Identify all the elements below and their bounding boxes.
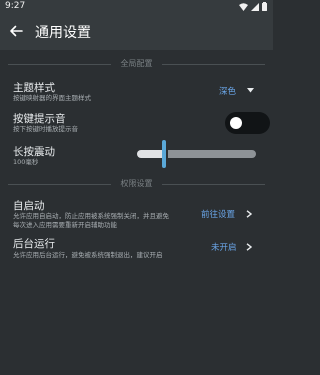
divider: [162, 184, 265, 185]
section-header-global: 全局配置: [0, 58, 273, 70]
vibration-slider-thumb[interactable]: [162, 140, 166, 168]
toggle-knob: [230, 117, 242, 129]
chevron-right-icon[interactable]: [246, 210, 252, 218]
divider: [162, 64, 265, 65]
theme-subtitle: 按键映射器的界面主题样式: [13, 94, 91, 102]
chevron-right-icon[interactable]: [246, 243, 252, 251]
status-time: 9:27: [5, 1, 26, 11]
status-bar: 9:27: [0, 0, 273, 14]
dropdown-arrow-icon[interactable]: [247, 88, 254, 93]
autostart-action[interactable]: 前往设置: [201, 208, 235, 220]
key-sound-subtitle: 按下按键时播放提示音: [13, 125, 78, 133]
app-bar: 通用设置: [0, 14, 273, 50]
cellular-signal-icon: [251, 2, 259, 11]
battery-icon: [262, 2, 267, 11]
vibration-value: 100毫秒: [13, 158, 39, 166]
vibration-slider-track[interactable]: [168, 150, 256, 158]
page-title: 通用设置: [35, 25, 91, 41]
key-sound-title: 按键提示音: [13, 113, 66, 125]
autostart-subtitle-line1: 允许应用自启动，防止应用被系统强制关闭，并且避免: [13, 212, 169, 220]
theme-value[interactable]: 深色: [219, 85, 236, 97]
background-run-action[interactable]: 未开启: [211, 241, 237, 253]
key-sound-toggle[interactable]: [225, 112, 270, 134]
vibration-slider-fill: [137, 150, 163, 158]
background-run-title: 后台运行: [13, 238, 55, 250]
background-run-subtitle: 允许应用后台运行，避免被系统强制退出，建议开启: [13, 251, 163, 259]
vibration-title: 长按震动: [13, 146, 55, 158]
autostart-subtitle-line2: 每次进入应用需要重新开启辅助功能: [13, 221, 117, 229]
section-header-permission: 权限设置: [0, 178, 273, 190]
autostart-title: 自启动: [13, 200, 45, 212]
wifi-icon: [239, 2, 248, 11]
theme-title: 主题样式: [13, 82, 55, 94]
back-arrow-icon[interactable]: [9, 24, 23, 38]
